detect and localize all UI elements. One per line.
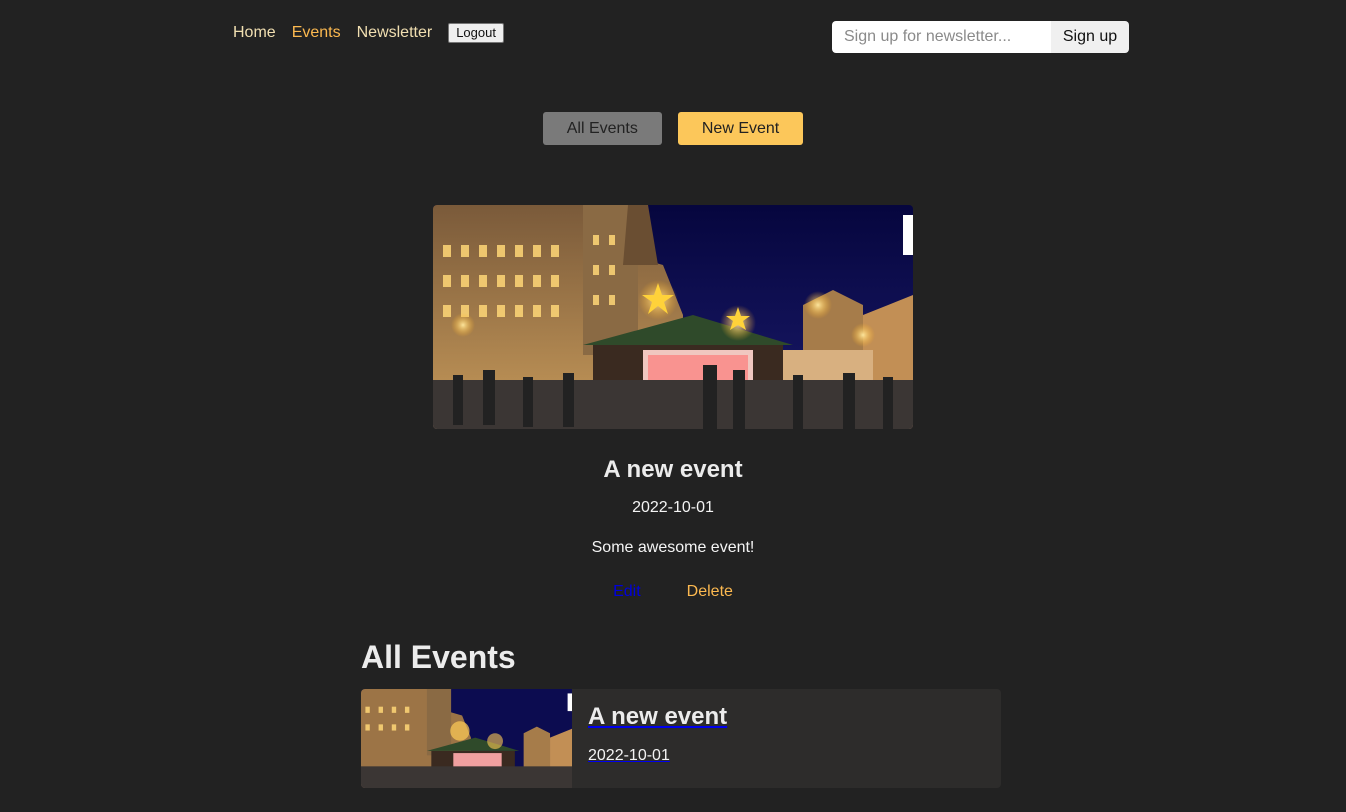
all-events-button[interactable]: All Events [542, 112, 662, 145]
event-list-item-text: A new event 2022-10-01 [572, 689, 727, 788]
newsletter-signup-button[interactable]: Sign up [1051, 21, 1129, 53]
christmas-market-photo [433, 205, 913, 429]
events-subnav: All Events New Event [0, 112, 1346, 145]
main-header: Home Events Newsletter Logout Sign up [0, 0, 1346, 70]
newsletter-email-input[interactable] [832, 21, 1051, 53]
event-description: Some awesome event! [591, 539, 755, 556]
main-nav: Home Events Newsletter Logout [233, 23, 504, 43]
christmas-market-thumbnail [361, 689, 572, 788]
newsletter-form: Sign up [832, 21, 1129, 53]
event-date: 2022-10-01 [632, 499, 714, 516]
event-list-item-date: 2022-10-01 [588, 747, 670, 764]
event-list-item[interactable]: A new event 2022-10-01 [361, 689, 1001, 788]
event-actions: Edit Delete [0, 583, 1346, 601]
events-list-heading: All Events [361, 639, 516, 675]
event-detail: A new event 2022-10-01 Some awesome even… [0, 205, 1346, 601]
edit-event-link[interactable]: Edit [613, 583, 641, 601]
nav-home-link[interactable]: Home [233, 23, 276, 43]
nav-events-link[interactable]: Events [292, 23, 341, 43]
event-thumbnail [361, 689, 572, 788]
delete-event-button[interactable]: Delete [687, 583, 733, 601]
nav-newsletter-link[interactable]: Newsletter [357, 23, 433, 43]
event-list-item-title: A new event [588, 703, 728, 730]
new-event-button[interactable]: New Event [677, 112, 804, 145]
logout-button[interactable]: Logout [448, 23, 504, 43]
event-title: A new event [603, 456, 743, 483]
event-image [433, 205, 913, 429]
